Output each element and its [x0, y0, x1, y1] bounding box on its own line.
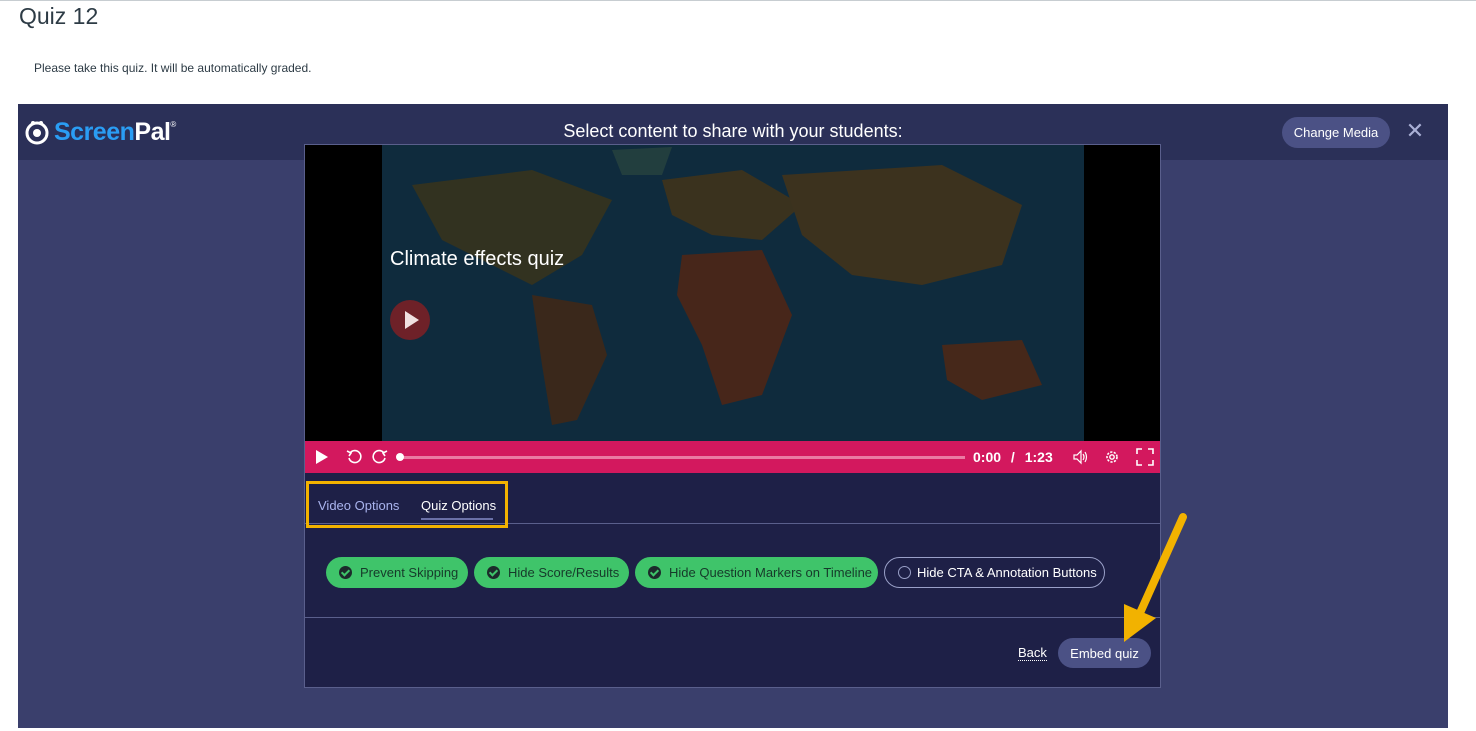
progress-track[interactable] [400, 456, 965, 459]
player-controls: 0:00 / 1:23 [305, 441, 1160, 473]
video-player[interactable]: Climate effects quiz [305, 145, 1160, 441]
option-hide-question-markers[interactable]: Hide Question Markers on Timeline [635, 557, 878, 588]
options-tabs: Video Options Quiz Options [305, 473, 1160, 528]
unchecked-circle-icon [898, 566, 911, 579]
option-hide-score[interactable]: Hide Score/Results [474, 557, 629, 588]
tabs-highlight-box [306, 481, 508, 528]
option-label: Hide CTA & Annotation Buttons [917, 565, 1097, 580]
quiz-instructions: Please take this quiz. It will be automa… [34, 61, 312, 75]
change-media-button[interactable]: Change Media [1282, 117, 1390, 148]
current-time: 0:00 [973, 449, 1002, 465]
check-icon [648, 566, 661, 579]
check-icon [339, 566, 352, 579]
content-panel: Climate effects quiz 0:00 / 1:23 Video O… [304, 144, 1161, 688]
time-display: 0:00 / 1:23 [973, 441, 1053, 473]
embed-quiz-button[interactable]: Embed quiz [1058, 638, 1151, 668]
option-label: Prevent Skipping [360, 565, 459, 580]
progress-thumb[interactable] [396, 453, 404, 461]
rewind-icon[interactable] [346, 448, 364, 466]
check-icon [487, 566, 500, 579]
quiz-options-list: Prevent Skipping Hide Score/Results Hide… [305, 524, 1160, 618]
forward-icon[interactable] [370, 448, 388, 466]
top-divider [0, 0, 1476, 1]
time-separator: / [1010, 449, 1015, 465]
fullscreen-icon[interactable] [1136, 448, 1154, 466]
option-prevent-skipping[interactable]: Prevent Skipping [326, 557, 468, 588]
video-title: Climate effects quiz [390, 248, 565, 270]
option-label: Hide Question Markers on Timeline [669, 565, 873, 580]
dialog-heading: Select content to share with your studen… [563, 121, 903, 141]
option-hide-cta[interactable]: Hide CTA & Annotation Buttons [884, 557, 1105, 588]
world-map-thumbnail [382, 145, 1084, 441]
screenpal-share-dialog: ScreenPal ® Select content to share with … [18, 104, 1448, 728]
volume-icon[interactable] [1072, 449, 1090, 465]
duration: 1:23 [1024, 449, 1053, 465]
page-title: Quiz 12 [19, 3, 99, 29]
back-link[interactable]: Back [1018, 645, 1047, 661]
option-label: Hide Score/Results [508, 565, 620, 580]
settings-gear-icon[interactable] [1103, 448, 1121, 466]
big-play-icon[interactable] [390, 300, 430, 340]
play-icon[interactable] [316, 450, 328, 464]
close-icon[interactable]: ✕ [1404, 120, 1426, 142]
